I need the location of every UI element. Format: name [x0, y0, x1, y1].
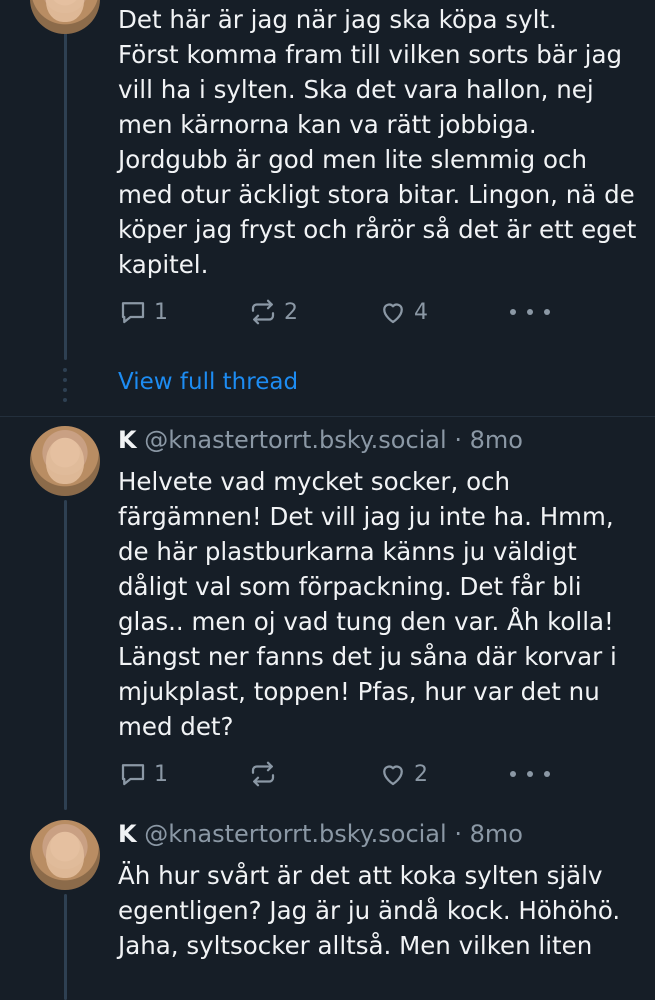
- like-icon: [383, 303, 403, 324]
- repost-icon: [251, 299, 275, 325]
- more-options-button[interactable]: [510, 297, 550, 327]
- avatar[interactable]: [30, 820, 100, 890]
- post-text: Det här är jag när jag ska köpa sylt. Fö…: [118, 5, 637, 279]
- thread-line: [64, 0, 67, 360]
- display-name[interactable]: K: [118, 820, 137, 848]
- like-count: 4: [414, 299, 428, 325]
- avatar[interactable]: [30, 0, 100, 34]
- display-name[interactable]: K: [118, 426, 137, 454]
- divider: [0, 416, 655, 417]
- like-count: 2: [414, 761, 428, 787]
- separator: ·: [454, 820, 462, 848]
- like-icon: [383, 765, 403, 786]
- reply-count: 1: [154, 761, 168, 787]
- separator: ·: [454, 426, 462, 454]
- view-full-thread-link[interactable]: View full thread: [118, 366, 298, 398]
- like-button[interactable]: 4: [378, 297, 428, 327]
- post-text: Äh hur svårt är det att koka sylten själ…: [118, 861, 621, 960]
- reply-button[interactable]: 1: [118, 297, 168, 327]
- repost-button[interactable]: 2: [248, 297, 298, 327]
- post-text: Helvete vad mycket socker, och färgämnen…: [118, 467, 625, 741]
- thread-dots: [62, 368, 68, 418]
- user-handle[interactable]: @knastertorrt.bsky.social: [144, 426, 446, 454]
- thread-line: [64, 894, 67, 1000]
- more-options-icon: [510, 309, 516, 315]
- reply-icon: [121, 302, 145, 324]
- reply-icon: [121, 764, 145, 786]
- repost-icon: [251, 761, 275, 787]
- post-header: K @knastertorrt.bsky.social · 8mo: [118, 425, 523, 455]
- post-time[interactable]: 8mo: [470, 426, 523, 454]
- reply-button[interactable]: 1: [118, 759, 168, 789]
- like-button[interactable]: 2: [378, 759, 428, 789]
- user-handle[interactable]: @knastertorrt.bsky.social: [144, 820, 446, 848]
- avatar[interactable]: [30, 426, 100, 496]
- post-header: K @knastertorrt.bsky.social · 8mo: [118, 819, 523, 849]
- repost-count: 2: [284, 299, 298, 325]
- post-actions: 1 2: [118, 759, 550, 789]
- post-actions: 1 2 4: [118, 297, 550, 327]
- thread-line: [64, 500, 67, 810]
- more-options-button[interactable]: [510, 759, 550, 789]
- repost-button[interactable]: [248, 759, 284, 789]
- reply-count: 1: [154, 299, 168, 325]
- post-time[interactable]: 8mo: [470, 820, 523, 848]
- more-options-icon: [510, 771, 516, 777]
